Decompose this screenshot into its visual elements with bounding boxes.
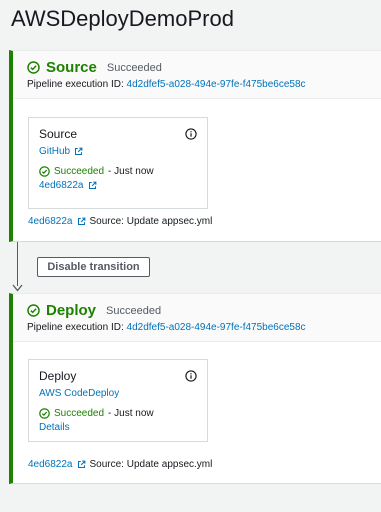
execution-id-link[interactable]: 4d2dfef5-a028-494e-97fe-f475be6ce58c <box>127 79 306 90</box>
check-circle-icon <box>39 408 50 419</box>
stage-source: Source Succeeded Pipeline execution ID: … <box>9 50 381 242</box>
provider-link[interactable]: GitHub <box>39 146 70 157</box>
action-status-text: Succeeded <box>54 408 105 419</box>
footer-commit-message: Source: Update appsec.yml <box>89 459 213 470</box>
check-circle-icon <box>27 304 40 317</box>
stage-deploy: Deploy Succeeded Pipeline execution ID: … <box>9 293 381 484</box>
action-title: Deploy <box>39 369 77 383</box>
stage-header: Deploy Succeeded Pipeline execution ID: … <box>13 294 381 342</box>
stage-header: Source Succeeded Pipeline execution ID: … <box>13 51 381 99</box>
external-link-icon[interactable] <box>88 181 97 190</box>
provider-link[interactable]: AWS CodeDeploy <box>39 388 119 399</box>
stage-status: Succeeded <box>106 304 162 317</box>
execution-id-row: Pipeline execution ID: 4d2dfef5-a028-494… <box>27 79 367 90</box>
action-card-deploy: Deploy AWS CodeDeploy Succeeded - Just n… <box>28 359 208 442</box>
pipeline-title: AWSDeployDemoProd <box>11 6 234 31</box>
execution-id-label: Pipeline execution ID: <box>27 322 124 333</box>
stage-name[interactable]: Source <box>46 59 97 76</box>
info-icon[interactable] <box>185 370 197 382</box>
action-status-time: - Just now <box>108 166 154 177</box>
stage-name[interactable]: Deploy <box>46 302 96 319</box>
transition-line <box>17 242 18 286</box>
external-link-icon[interactable] <box>77 460 86 469</box>
execution-id-label: Pipeline execution ID: <box>27 79 124 90</box>
footer-commit-link[interactable]: 4ed6822a <box>28 216 73 227</box>
action-status: Succeeded - Just now <box>39 408 197 419</box>
footer-commit-message: Source: Update appsec.yml <box>89 216 213 227</box>
info-icon[interactable] <box>185 128 197 140</box>
disable-transition-button[interactable]: Disable transition <box>37 257 150 277</box>
action-card-source: Source GitHub Succeeded - Just now 4ed68… <box>28 117 208 209</box>
check-circle-icon <box>27 61 40 74</box>
execution-id-link[interactable]: 4d2dfef5-a028-494e-97fe-f475be6ce58c <box>127 322 306 333</box>
action-status-text: Succeeded <box>54 166 105 177</box>
action-status: Succeeded - Just now <box>39 166 197 177</box>
stage-footer: 4ed6822a Source: Update appsec.yml <box>28 459 212 470</box>
action-status-time: - Just now <box>108 408 154 419</box>
arrow-down-icon <box>12 284 23 292</box>
external-link-icon[interactable] <box>77 217 86 226</box>
action-title: Source <box>39 127 78 141</box>
footer-commit-link[interactable]: 4ed6822a <box>28 459 73 470</box>
stage-status: Succeeded <box>106 61 162 74</box>
execution-id-row: Pipeline execution ID: 4d2dfef5-a028-494… <box>27 322 367 333</box>
stage-footer: 4ed6822a Source: Update appsec.yml <box>28 216 212 227</box>
details-link[interactable]: Details <box>39 422 70 433</box>
check-circle-icon <box>39 166 50 177</box>
commit-link[interactable]: 4ed6822a <box>39 180 84 191</box>
external-link-icon[interactable] <box>74 147 83 156</box>
